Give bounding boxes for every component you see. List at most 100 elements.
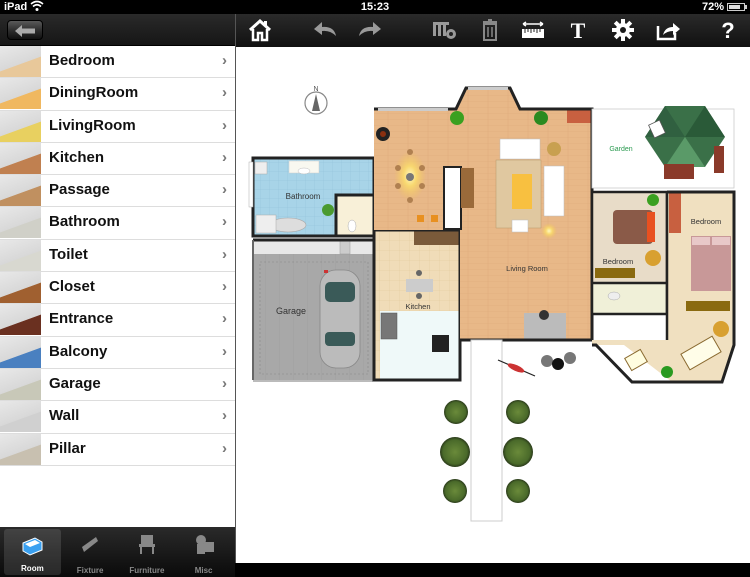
tab-misc[interactable]: Misc [175,527,232,577]
battery-percent: 72% [701,1,724,13]
room-label-living-room: Living Room [506,264,548,273]
room-category-livingroom[interactable]: LivingRoom › [0,110,235,143]
room-category-garage[interactable]: Garage › [0,368,235,402]
text-button[interactable]: T [564,18,592,44]
ruler-icon [522,21,544,38]
tab-label: Fixture [76,566,104,575]
room-thumbnail [0,142,41,174]
redo-button[interactable] [356,18,384,44]
layer-settings-button[interactable] [429,18,461,44]
room-category-closet[interactable]: Closet › [0,272,235,305]
layer-settings-icon [433,22,456,39]
chevron-right-icon: › [222,310,227,328]
back-arrow-icon [15,25,35,37]
room-category-label: Bedroom [49,52,115,69]
room-category-entrance[interactable]: Entrance › [0,304,235,337]
room-thumbnail [0,304,41,336]
chevron-right-icon: › [222,181,227,199]
editor-area: T ? N Bathroom Garage Kitchen Living Roo… [236,14,750,563]
chevron-right-icon: › [222,278,227,296]
clock: 15:23 [360,1,390,13]
home-icon [248,18,272,42]
back-button[interactable] [7,20,43,40]
tab-label: Room [21,564,44,573]
room-category-label: Garage [49,374,101,392]
room-category-balcony[interactable]: Balcony › [0,336,235,369]
share-button[interactable] [654,18,682,44]
room-category-label: Bathroom [49,213,120,231]
tab-bar: Room Fixture Furniture Misc [0,527,235,577]
room-thumbnail [0,336,41,368]
chevron-right-icon: › [222,213,227,231]
undo-button[interactable] [311,18,339,44]
floorplan-canvas[interactable]: N Bathroom Garage Kitchen Living Room Ga… [236,47,750,563]
tree [506,479,530,503]
compass: N [304,86,328,115]
room-thumbnail [0,110,41,142]
room-thumbnail [0,207,41,239]
room-label-bathroom: Bathroom [286,192,321,201]
tab-label: Misc [194,566,213,575]
sidebar-nav-bar [0,14,235,46]
tree [443,479,467,503]
room-category-pillar[interactable]: Pillar › [0,433,235,466]
tab-furniture[interactable]: Furniture [119,527,176,577]
measure-button[interactable] [519,18,547,44]
room-thumbnail [0,368,41,400]
room-category-kitchen[interactable]: Kitchen › [0,142,235,176]
tree [440,437,470,467]
chair-icon [135,533,159,555]
room-label-garden: Garden [609,146,632,153]
room-thumbnail [0,401,41,433]
room-category-label: Closet [49,278,95,296]
room-icon [20,535,44,557]
room-category-label: Passage [49,181,110,199]
tree [506,400,530,424]
room-thumbnail [0,433,41,465]
tab-fixture[interactable]: Fixture [62,527,119,577]
room-category-toilet[interactable]: Toilet › [0,239,235,273]
room-category-label: Kitchen [49,148,105,166]
redo-icon [359,22,381,36]
fixture-icon [78,533,102,555]
car [319,269,361,369]
walkway [470,339,503,522]
room-category-bathroom[interactable]: Bathroom › [0,207,235,240]
delete-button[interactable] [476,18,504,44]
room-category-label: LivingRoom [49,116,136,134]
helicopter [497,359,536,377]
room-label-kitchen: Kitchen [405,302,430,311]
room-category-label: Toilet [49,245,88,263]
settings-button[interactable] [609,18,637,44]
room-category-label: Wall [49,407,80,425]
floorplan: N Bathroom Garage Kitchen Living Room Ga… [248,86,736,522]
chevron-right-icon: › [222,116,227,134]
chevron-right-icon: › [222,148,227,166]
room-thumbnail [0,272,41,304]
tree [444,400,468,424]
room-thumbnail [0,239,41,271]
room-category-diningroom[interactable]: DiningRoom › [0,78,235,111]
status-bar: iPad 15:23 72% [0,0,750,14]
room-category-bedroom[interactable]: Bedroom › [0,46,235,79]
room-category-label: Pillar [49,439,86,457]
room-label-bedroom-2: Bedroom [691,217,721,226]
misc-icon [192,533,216,555]
share-icon [656,23,680,41]
chevron-right-icon: › [222,374,227,392]
tree [503,437,533,467]
battery-icon [727,3,747,11]
help-button[interactable]: ? [714,18,742,44]
undo-icon [314,22,336,36]
room-category-passage[interactable]: Passage › [0,175,235,208]
room-category-wall[interactable]: Wall › [0,401,235,434]
room-category-label: Balcony [49,342,108,360]
chevron-right-icon: › [222,439,227,457]
chevron-right-icon: › [222,245,227,263]
tab-room[interactable]: Room [4,529,61,575]
home-button[interactable] [246,18,274,44]
tab-label: Furniture [129,566,165,575]
room-thumbnail [0,78,41,110]
room-category-label: DiningRoom [49,84,139,102]
room-category-list: Bedroom › DiningRoom › LivingRoom › Kitchen › Pa… [0,46,235,466]
